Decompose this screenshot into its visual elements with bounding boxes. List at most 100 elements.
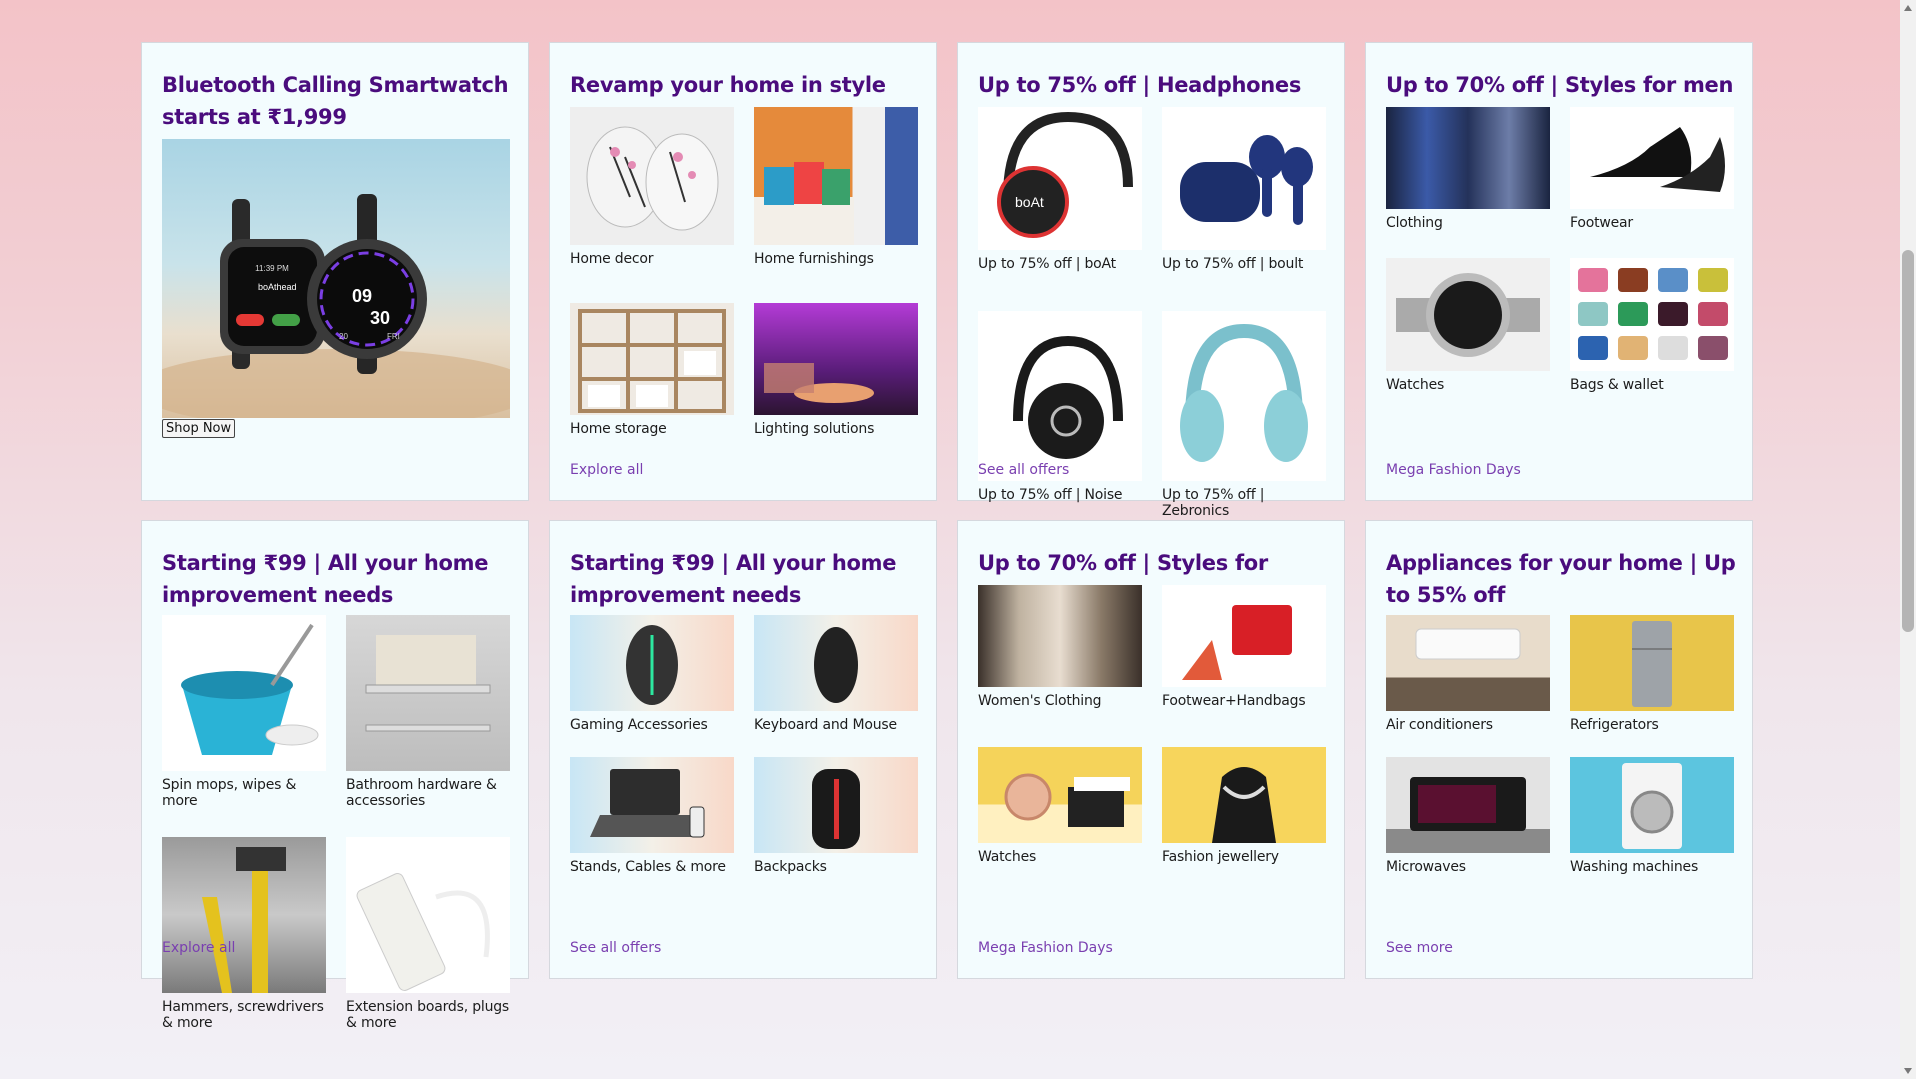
tile-keyboard-mouse[interactable]: Keyboard and Mouse	[754, 615, 918, 733]
tile-label: Bags & wallet	[1570, 377, 1664, 393]
tile-footwear-handbags[interactable]: Footwear+Handbags	[1162, 585, 1326, 709]
watch-minute: 30	[370, 308, 390, 328]
bags-wallet-image	[1570, 258, 1734, 371]
watch-date: 20	[339, 332, 348, 341]
card-title[interactable]: Starting ₹99 | All your home improvement…	[162, 547, 512, 611]
home-storage-image	[570, 303, 734, 415]
tile-label: Spin mops, wipes & more	[162, 777, 297, 809]
card-smartwatch: Bluetooth Calling Smartwatch starts at ₹…	[141, 42, 529, 501]
tile-spin-mops[interactable]: Spin mops, wipes & more	[162, 615, 326, 809]
men-clothing-image	[1386, 107, 1550, 209]
tile-label: Home decor	[570, 251, 654, 267]
shop-now-button[interactable]: Shop Now	[162, 419, 236, 438]
tile-label: Gaming Accessories	[570, 717, 708, 733]
tile-gaming-accessories[interactable]: Gaming Accessories	[570, 615, 734, 733]
tile-home-storage[interactable]: Home storage	[570, 303, 734, 437]
tile-label: Refrigerators	[1570, 717, 1659, 733]
tile-label: Home furnishings	[754, 251, 874, 267]
tile-bathroom-hardware[interactable]: Bathroom hardware & accessories	[346, 615, 510, 809]
card-headphones: Up to 75% off | Headphones boAt Up to 75…	[957, 42, 1345, 519]
tile-backpacks[interactable]: Backpacks	[754, 757, 918, 875]
tile-extension-boards[interactable]: Extension boards, plugs & more	[346, 837, 510, 1031]
tile-label: Washing machines	[1570, 859, 1699, 875]
watch-time-small: 11:39 PM	[255, 264, 289, 273]
scroll-down-icon[interactable]	[1904, 1068, 1912, 1074]
tile-men-clothing[interactable]: Clothing	[1386, 107, 1550, 231]
tile-label: Lighting solutions	[754, 421, 875, 437]
smartwatch-image[interactable]: 11:39 PM boAthead 09 30 20 FRI	[162, 139, 510, 418]
tile-label: Up to 75% off | Noise	[978, 487, 1123, 503]
tile-bags-wallet[interactable]: Bags & wallet	[1570, 258, 1734, 393]
men-footwear-image	[1570, 107, 1734, 209]
scroll-thumb[interactable]	[1902, 250, 1914, 632]
tile-home-furnishings[interactable]: Home furnishings	[754, 107, 918, 267]
watch-brand-text: boAthead	[258, 282, 297, 292]
boat-headphones-image: boAt	[978, 107, 1142, 250]
tile-lighting[interactable]: Lighting solutions	[754, 303, 918, 437]
tile-refrigerators[interactable]: Refrigerators	[1570, 615, 1734, 733]
card-appliances: Appliances for your home | Up to 55% off…	[1365, 520, 1753, 979]
tile-label: Women's Clothing	[978, 693, 1102, 709]
men-watches-image	[1386, 258, 1550, 371]
women-watches-image	[978, 747, 1142, 843]
tile-label: Up to 75% off | Zebronics	[1162, 487, 1265, 519]
tile-men-footwear[interactable]: Footwear	[1570, 107, 1734, 231]
backpack-image	[754, 757, 918, 853]
home-decor-image	[570, 107, 734, 245]
explore-all-link[interactable]: Explore all	[162, 940, 235, 956]
zebronics-headphones-image	[1162, 311, 1326, 481]
card-title[interactable]: Bluetooth Calling Smartwatch starts at ₹…	[162, 69, 512, 133]
mega-fashion-days-link[interactable]: Mega Fashion Days	[978, 940, 1113, 956]
tile-stands-cables[interactable]: Stands, Cables & more	[570, 757, 734, 875]
tile-fashion-jewellery[interactable]: Fashion jewellery	[1162, 747, 1326, 865]
lighting-image	[754, 303, 918, 415]
noise-headphones-image	[978, 311, 1142, 481]
tile-men-watches[interactable]: Watches	[1386, 258, 1550, 393]
laptop-stand-image	[570, 757, 734, 853]
page-scrollbar[interactable]	[1900, 0, 1916, 1079]
mega-fashion-days-link[interactable]: Mega Fashion Days	[1386, 462, 1521, 478]
refrigerator-image	[1570, 615, 1734, 711]
tile-label: Watches	[978, 849, 1037, 865]
washing-machine-image	[1570, 757, 1734, 853]
hammers-image	[162, 837, 326, 993]
tile-washing-machines[interactable]: Washing machines	[1570, 757, 1734, 875]
see-more-link[interactable]: See more	[1386, 940, 1453, 956]
tile-label: Clothing	[1386, 215, 1443, 231]
boult-earbuds-image	[1162, 107, 1326, 250]
card-title[interactable]: Appliances for your home | Up to 55% off	[1386, 547, 1736, 611]
explore-all-link[interactable]: Explore all	[570, 462, 643, 478]
tile-boult[interactable]: Up to 75% off | boult	[1162, 107, 1326, 272]
tile-label: Hammers, screwdrivers & more	[162, 999, 324, 1031]
tile-label: Up to 75% off | boAt	[978, 256, 1116, 272]
card-title[interactable]: Up to 70% off | Styles for men	[1386, 69, 1736, 101]
see-all-offers-link[interactable]: See all offers	[978, 462, 1069, 478]
tile-label: Extension boards, plugs & more	[346, 999, 510, 1031]
tile-home-decor[interactable]: Home decor	[570, 107, 734, 267]
card-title[interactable]: Starting ₹99 | All your home improvement…	[570, 547, 920, 611]
footwear-handbags-image	[1162, 585, 1326, 687]
fashion-jewellery-image	[1162, 747, 1326, 843]
tile-label: Microwaves	[1386, 859, 1466, 875]
tile-zebronics[interactable]: Up to 75% off | Zebronics	[1162, 311, 1326, 519]
microwave-image	[1386, 757, 1550, 853]
tile-microwaves[interactable]: Microwaves	[1386, 757, 1550, 875]
tile-label: Fashion jewellery	[1162, 849, 1279, 865]
boat-brand-mark: boAt	[1015, 194, 1044, 210]
see-all-offers-link[interactable]: See all offers	[570, 940, 661, 956]
tile-air-conditioners[interactable]: Air conditioners	[1386, 615, 1550, 733]
card-title[interactable]: Up to 75% off | Headphones	[978, 69, 1328, 101]
tile-boat[interactable]: boAt Up to 75% off | boAt	[978, 107, 1142, 272]
card-title[interactable]: Revamp your home in style	[570, 69, 920, 101]
extension-board-image	[346, 837, 510, 993]
tile-label: Bathroom hardware & accessories	[346, 777, 497, 809]
tile-women-watches[interactable]: Watches	[978, 747, 1142, 865]
tile-hammers[interactable]: Hammers, screwdrivers & more	[162, 837, 326, 1031]
tile-women-clothing[interactable]: Women's Clothing	[978, 585, 1142, 709]
bathroom-hardware-image	[346, 615, 510, 771]
scroll-up-icon[interactable]	[1904, 5, 1912, 11]
spin-mop-image	[162, 615, 326, 771]
tile-label: Footwear+Handbags	[1162, 693, 1306, 709]
card-home-style: Revamp your home in style Home decor Hom…	[549, 42, 937, 501]
watch-day: FRI	[387, 332, 400, 341]
